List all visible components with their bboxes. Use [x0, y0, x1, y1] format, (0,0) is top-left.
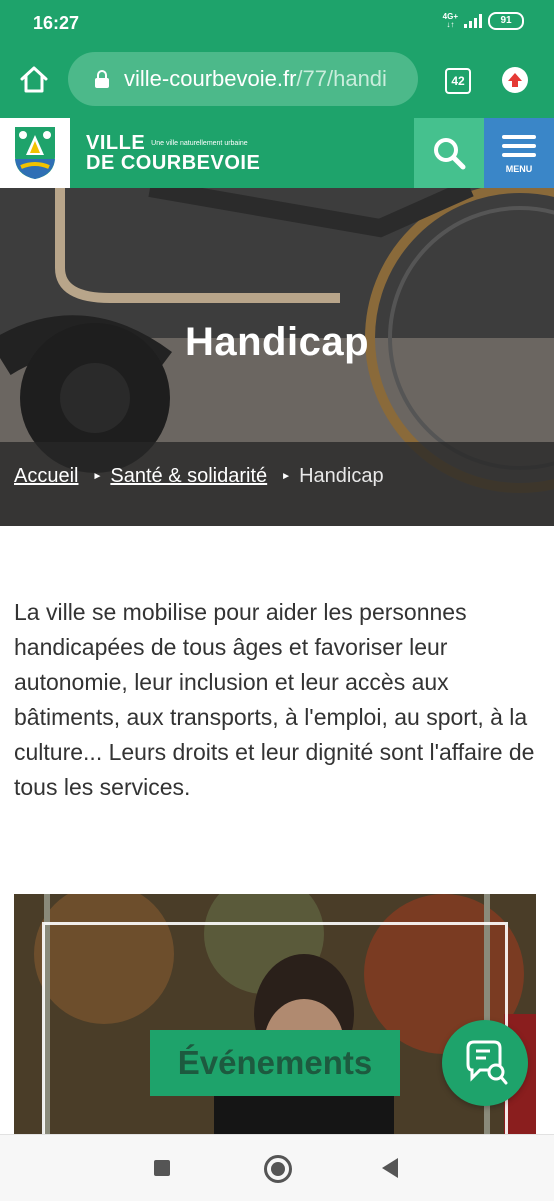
- arrow-up-icon: [508, 73, 522, 87]
- browser-toolbar: ville-courbevoie.fr/77/handi 42: [0, 48, 554, 118]
- events-label[interactable]: Événements: [150, 1030, 400, 1096]
- search-button[interactable]: [414, 118, 484, 188]
- home-nav-icon[interactable]: [264, 1155, 292, 1183]
- status-time: 16:27: [33, 13, 80, 33]
- intro-paragraph: La ville se mobilise pour aider les pers…: [14, 599, 535, 800]
- city-logo[interactable]: [0, 118, 70, 188]
- status-indicators: 4G+ ↓↑ 91: [443, 12, 524, 30]
- url-host: ville-courbevoie.fr: [124, 66, 297, 91]
- card-frame: [42, 922, 508, 1134]
- chat-search-icon: [466, 1040, 508, 1085]
- back-icon[interactable]: [382, 1158, 398, 1178]
- battery-icon: 91: [488, 12, 524, 30]
- breadcrumb-separator-icon: ►: [281, 470, 292, 482]
- update-button[interactable]: [502, 67, 528, 93]
- menu-button[interactable]: MENU: [484, 118, 554, 188]
- site-title[interactable]: VILLE Une ville naturellement urbaine DE …: [86, 132, 261, 175]
- battery-level: 91: [500, 15, 512, 26]
- breadcrumb: Accueil ► Santé & solidarité ► Handicap: [0, 442, 554, 526]
- site-tagline: Une ville naturellement urbaine: [151, 140, 248, 148]
- breadcrumb-current: Handicap: [299, 464, 384, 487]
- search-icon: [434, 138, 466, 170]
- site-title-line1: VILLE: [86, 132, 146, 154]
- breadcrumb-sante-link[interactable]: Santé & solidarité: [110, 465, 267, 488]
- signal-icon: [464, 14, 482, 28]
- events-card-image[interactable]: [14, 894, 536, 1134]
- site-header: VILLE Une ville naturellement urbaine DE …: [0, 118, 554, 188]
- site-title-line2: DE COURBEVOIE: [86, 152, 261, 175]
- hamburger-icon: [502, 135, 536, 139]
- hero-banner: Handicap Accueil ► Santé & solidarité ► …: [0, 188, 554, 526]
- breadcrumb-separator-icon: ►: [92, 470, 103, 482]
- lock-icon: [95, 70, 109, 88]
- address-bar[interactable]: ville-courbevoie.fr/77/handi: [68, 52, 418, 106]
- network-type: 4G+ ↓↑: [442, 12, 458, 29]
- status-bar: 16:27 4G+ ↓↑ 91: [0, 0, 554, 48]
- home-icon[interactable]: [18, 64, 50, 96]
- breadcrumb-home-link[interactable]: Accueil: [14, 465, 78, 488]
- system-nav-bar: [0, 1134, 554, 1201]
- chat-button[interactable]: [442, 1020, 528, 1106]
- url-text: ville-courbevoie.fr/77/handi: [124, 66, 387, 92]
- page-title: Handicap: [184, 320, 370, 364]
- tabs-button[interactable]: 42: [445, 68, 471, 94]
- url-path: /77/handi: [296, 66, 387, 91]
- menu-label: MENU: [505, 163, 533, 174]
- coat-of-arms-icon: [15, 127, 55, 179]
- tab-count: 42: [451, 74, 465, 88]
- recent-apps-icon[interactable]: [154, 1160, 170, 1176]
